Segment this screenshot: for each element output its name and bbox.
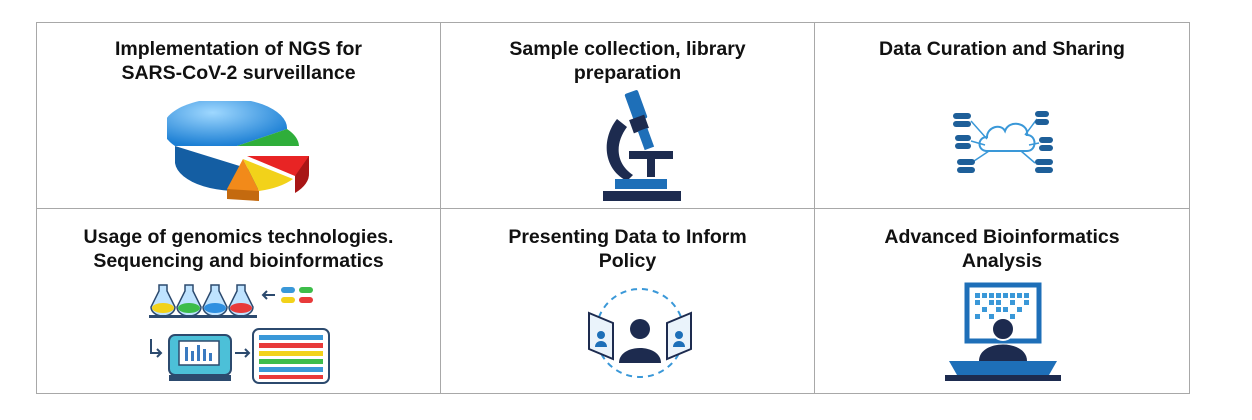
title-line-2: Policy <box>598 250 657 272</box>
presentation-audience-icon <box>588 288 692 378</box>
title-line-1: Advanced Bioinformatics <box>884 226 1120 248</box>
cell-title: Advanced Bioinformatics Analysis <box>815 225 1189 273</box>
sequencing-lab-icon <box>149 284 330 384</box>
cell-sample-collection: Sample collection, library preparation <box>441 23 815 209</box>
cell-title: Usage of genomics technologies. Sequenci… <box>37 225 440 273</box>
cell-title: Data Curation and Sharing <box>815 37 1189 61</box>
cell-title: Implementation of NGS for SARS-CoV-2 sur… <box>37 37 440 85</box>
title-line-1: Data Curation and Sharing <box>879 38 1125 60</box>
cell-data-curation: Data Curation and Sharing <box>815 23 1189 209</box>
title-line-2: preparation <box>573 62 682 84</box>
cell-presenting-data: Presenting Data to Inform Policy <box>441 209 815 393</box>
title-line-2: Analysis <box>961 250 1043 272</box>
cell-title: Sample collection, library preparation <box>441 37 814 85</box>
title-line-1: Sample collection, library <box>509 38 746 60</box>
pie-chart-icon <box>167 101 310 201</box>
cell-genomics-usage: Usage of genomics technologies. Sequenci… <box>37 209 441 393</box>
title-line-1: Usage of genomics technologies. <box>83 226 394 248</box>
title-line-2: Sequencing and bioinformatics <box>93 250 384 272</box>
microscope-icon <box>603 90 681 201</box>
computer-analyst-icon <box>945 282 1061 381</box>
title-line-1: Implementation of NGS for <box>114 38 362 60</box>
cell-advanced-bioinformatics: Advanced Bioinformatics Analysis <box>815 209 1189 393</box>
cell-ngs-implementation: Implementation of NGS for SARS-CoV-2 sur… <box>37 23 441 209</box>
topics-grid: Implementation of NGS for SARS-CoV-2 sur… <box>36 22 1190 394</box>
title-line-1: Presenting Data to Inform <box>508 226 747 248</box>
title-line-2: SARS-CoV-2 surveillance <box>121 62 356 84</box>
cell-title: Presenting Data to Inform Policy <box>441 225 814 273</box>
cloud-database-icon <box>953 111 1053 173</box>
